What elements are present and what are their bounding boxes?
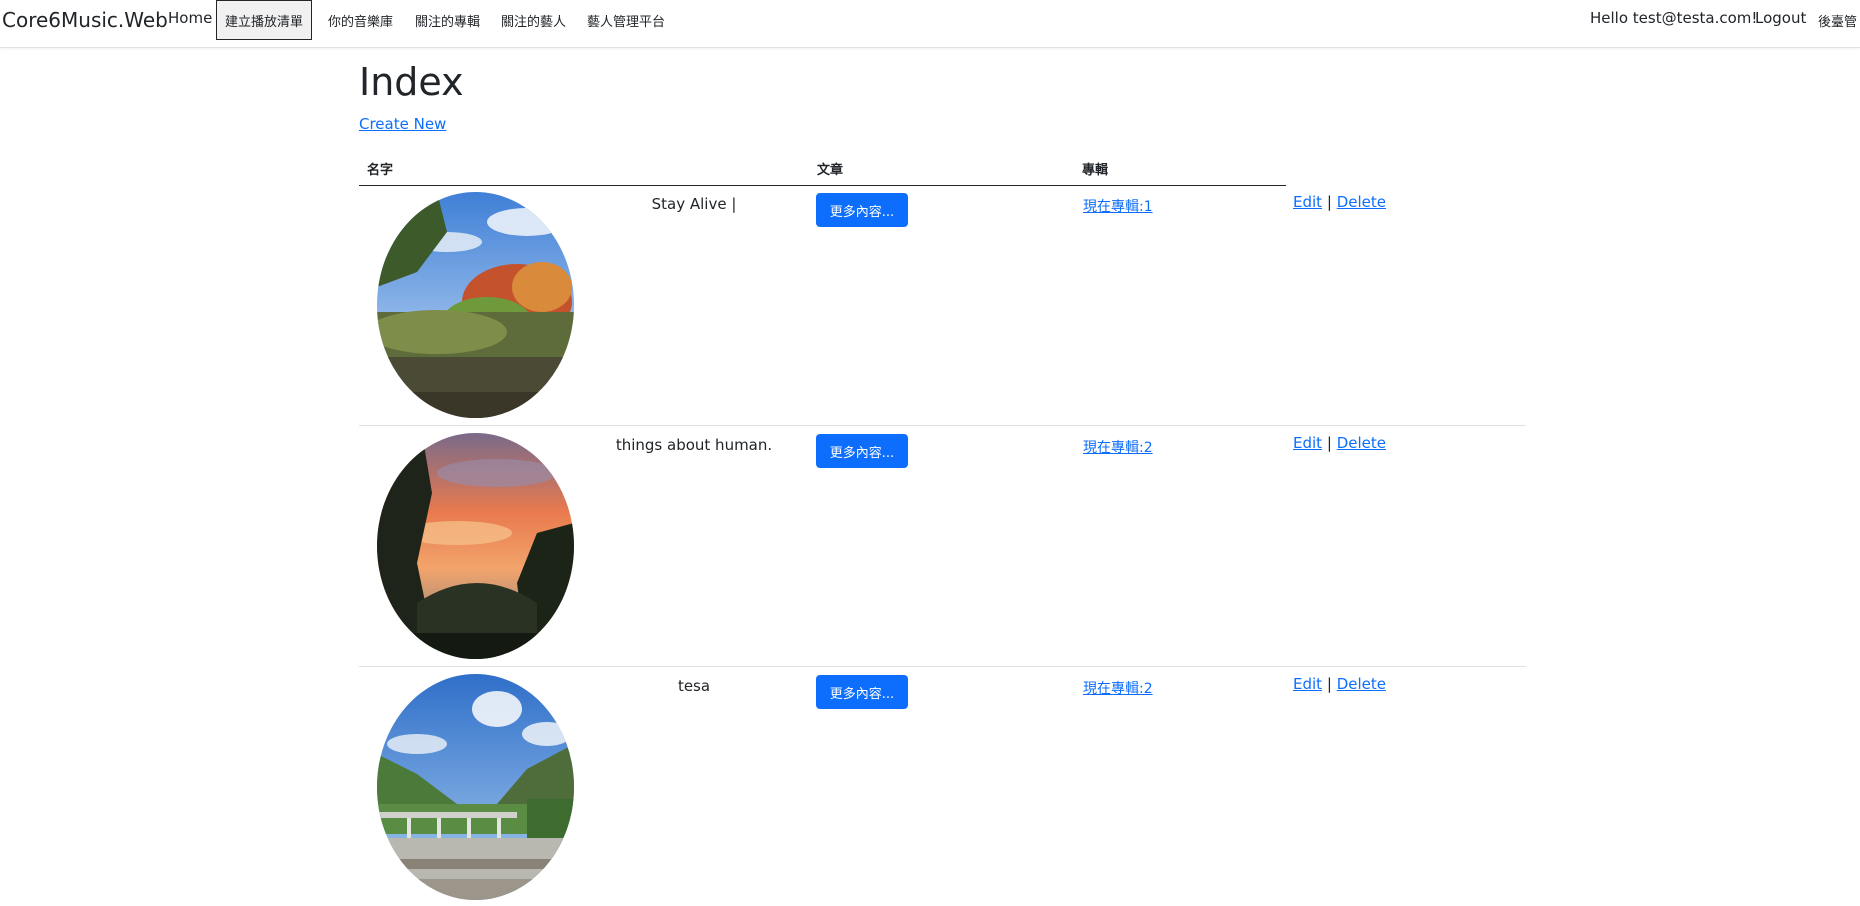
edit-link[interactable]: Edit xyxy=(1293,675,1322,693)
action-separator: | xyxy=(1326,434,1332,452)
nav-create-playlist[interactable]: 建立播放清單 xyxy=(216,0,313,40)
table-header-divider xyxy=(359,185,1286,186)
current-album-link[interactable]: 現在專輯:2 xyxy=(1083,437,1153,457)
item-name: tesa xyxy=(677,677,711,695)
more-content-button[interactable]: 更多內容... xyxy=(816,675,908,709)
delete-link[interactable]: Delete xyxy=(1337,434,1386,452)
brand-link[interactable]: Core6Music.Web xyxy=(2,8,168,32)
edit-link[interactable]: Edit xyxy=(1293,193,1322,211)
row-divider xyxy=(359,425,1526,426)
create-new-link[interactable]: Create New xyxy=(359,115,446,133)
row-actions: Edit | Delete xyxy=(1293,434,1386,452)
top-navbar: Core6Music.Web Home 建立播放清單 你的音樂庫 關注的專輯 關… xyxy=(0,0,1860,48)
row-actions: Edit | Delete xyxy=(1293,675,1386,693)
nav-your-library[interactable]: 你的音樂庫 xyxy=(328,11,393,30)
action-separator: | xyxy=(1326,675,1332,693)
mountain-bridge-photo-icon xyxy=(377,674,574,900)
more-content-button[interactable]: 更多內容... xyxy=(816,193,908,227)
user-greeting-link[interactable]: Hello test@testa.com! xyxy=(1590,9,1757,27)
edit-link[interactable]: Edit xyxy=(1293,434,1322,452)
sunset-trees-photo-icon xyxy=(377,433,574,659)
column-header-article: 文章 xyxy=(817,163,844,178)
item-name: things about human. xyxy=(615,436,773,454)
nav-followed-albums[interactable]: 關注的專輯 xyxy=(415,11,480,30)
delete-link[interactable]: Delete xyxy=(1337,675,1386,693)
nav-artist-platform[interactable]: 藝人管理平台 xyxy=(587,11,665,30)
admin-link[interactable]: 後臺管 xyxy=(1818,11,1857,30)
action-separator: | xyxy=(1326,193,1332,211)
row-divider xyxy=(359,666,1526,667)
logout-link[interactable]: Logout xyxy=(1755,9,1806,27)
page-title: Index xyxy=(359,60,464,104)
nav-followed-artists[interactable]: 關注的藝人 xyxy=(501,11,566,30)
column-header-name: 名字 xyxy=(367,163,394,178)
row-actions: Edit | Delete xyxy=(1293,193,1386,211)
forest-moss-photo-icon xyxy=(377,192,574,418)
delete-link[interactable]: Delete xyxy=(1337,193,1386,211)
current-album-link[interactable]: 現在專輯:2 xyxy=(1083,678,1153,698)
item-name: Stay Alive | xyxy=(651,195,737,213)
more-content-button[interactable]: 更多內容... xyxy=(816,434,908,468)
column-header-album: 專輯 xyxy=(1082,163,1109,178)
current-album-link[interactable]: 現在專輯:1 xyxy=(1083,196,1153,216)
nav-home[interactable]: Home xyxy=(168,9,212,27)
